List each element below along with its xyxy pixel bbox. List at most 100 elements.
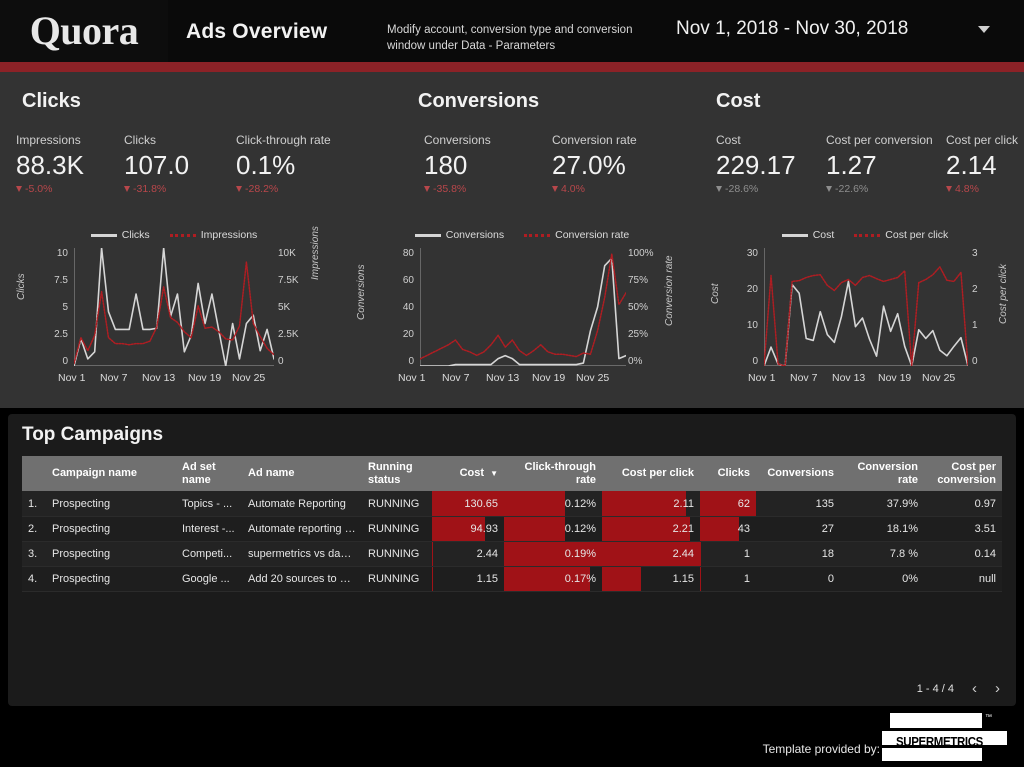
metric-label: Cost per conversion xyxy=(826,133,933,147)
cell-clicks: 1 xyxy=(700,541,756,567)
metric-delta: 4.0% xyxy=(552,183,637,195)
metric-delta-value: 4.8% xyxy=(955,182,979,195)
y2-tick: 10K xyxy=(278,248,296,259)
metric-delta-value: -28.2% xyxy=(245,182,279,195)
chevron-right-icon[interactable]: › xyxy=(995,681,1000,696)
cell-campaign: Prospecting xyxy=(46,541,176,567)
header-note: Modify account, conversion type and conv… xyxy=(387,24,633,52)
metric-delta: -28.2% xyxy=(236,183,331,195)
cell-cpc: 1.15 xyxy=(602,566,700,592)
y-tick: 20 xyxy=(746,284,758,295)
accent-bar xyxy=(0,62,1024,72)
quora-logo: Quora xyxy=(0,0,168,62)
table-row[interactable]: 4. Prospecting Google ... Add 20 sources to… xyxy=(22,566,1002,592)
th-ad-name[interactable]: Ad name xyxy=(242,456,362,492)
chart-cost: Cost Cost per click Cost Cost per click … xyxy=(706,228,1024,386)
cell-conversion-rate: 37.9% xyxy=(840,491,924,517)
th-running-status[interactable]: Running status xyxy=(362,456,432,492)
y-tick: 7.5 xyxy=(54,275,68,286)
legend-item: Cost per click xyxy=(854,229,948,241)
cell-campaign: Prospecting xyxy=(46,491,176,517)
x-tick: Nov 19 xyxy=(878,372,912,384)
metric-label: Clicks xyxy=(124,133,156,147)
cell-cost-per-conversion: 0.14 xyxy=(924,541,1002,567)
y-tick: 30 xyxy=(746,248,758,259)
th-conversions[interactable]: Conversions xyxy=(756,456,840,492)
x-tick: Nov 19 xyxy=(532,372,566,384)
metric-value: 88.3K xyxy=(16,150,84,181)
metric-label: Click-through rate xyxy=(236,133,331,147)
overview-panel: Clicks Conversions Cost Impressions 88.3… xyxy=(0,72,1024,408)
y2-tick: 75% xyxy=(628,275,649,286)
table-pagination: 1 - 4 / 4 ‹ › xyxy=(917,681,1000,696)
arrow-down-icon xyxy=(552,185,558,192)
row-index: 2. xyxy=(22,516,46,542)
x-tick: Nov 7 xyxy=(790,372,818,384)
chevron-left-icon[interactable]: ‹ xyxy=(972,681,977,696)
cell-ad: Automate Reporting xyxy=(242,491,362,517)
table-row[interactable]: 3. Prospecting Competi... supermetrics vs d… xyxy=(22,541,1002,567)
th-cost[interactable]: Cost ▼ xyxy=(432,456,504,492)
y2-tick: 7.5K xyxy=(278,275,299,286)
table-row[interactable]: 2. Prospecting Interest -... Automate repor… xyxy=(22,516,1002,542)
cell-ad: supermetrics vs dash... xyxy=(242,541,362,567)
metric-delta: -28.6% xyxy=(716,183,796,195)
x-tick: Nov 13 xyxy=(142,372,176,384)
chart-conversions: Conversions Conversion rate Conversions … xyxy=(352,228,692,386)
legend-swatch-clicks xyxy=(90,233,117,237)
chart-plot xyxy=(764,248,968,366)
th-cost-label: Cost xyxy=(459,467,485,480)
cell-campaign: Prospecting xyxy=(46,566,176,592)
metric-delta-value: -31.8% xyxy=(133,182,167,195)
chart-legend: Cost Cost per click xyxy=(706,228,1024,242)
page-footer: Template provided by: xyxy=(0,706,1024,767)
cell-adset: Topics - ... xyxy=(176,491,242,517)
table-row[interactable]: 1. Prospecting Topics - ... Automate Report… xyxy=(22,491,1002,517)
x-tick: Nov 25 xyxy=(232,372,266,384)
x-tick: Nov 1 xyxy=(58,372,86,384)
metric-delta: 4.8% xyxy=(946,183,1018,195)
chart-legend: Conversions Conversion rate xyxy=(352,228,692,242)
cell-cost: 130.65 xyxy=(432,491,504,517)
cell-ctr: 0.12% xyxy=(504,491,602,517)
y-tick: 10 xyxy=(746,320,758,331)
legend-label: Conversions xyxy=(445,229,505,241)
cell-clicks: 62 xyxy=(700,491,756,517)
th-cost-per-click[interactable]: Cost per click xyxy=(602,456,700,492)
y2-axis-label: Cost per click xyxy=(998,263,1009,324)
metric-label: Conversions xyxy=(424,133,491,147)
chevron-down-icon[interactable] xyxy=(978,26,990,33)
row-index: 3. xyxy=(22,541,46,567)
metric-conversions: Conversions 180 -35.8% xyxy=(424,133,491,195)
y2-axis-label: Impressions xyxy=(310,226,321,280)
th-conversion-rate[interactable]: Conversion rate xyxy=(840,456,924,492)
supermetrics-logo: SUPERMETRICS ™ xyxy=(882,711,1012,761)
y-tick: 80 xyxy=(402,248,414,259)
section-title-conversions: Conversions xyxy=(418,90,540,112)
legend-swatch-conversions xyxy=(414,233,441,237)
legend-item: Impressions xyxy=(169,229,257,241)
row-index: 4. xyxy=(22,566,46,592)
metric-conversion-rate: Conversion rate 27.0% 4.0% xyxy=(552,133,637,195)
y-tick: 2.5 xyxy=(54,329,68,340)
metric-label: Conversion rate xyxy=(552,133,637,147)
page-title: Ads Overview xyxy=(186,20,328,43)
chart-plot xyxy=(420,248,626,366)
top-campaigns-card: Top Campaigns Campaign name Ad set name … xyxy=(8,414,1016,706)
cell-clicks: 43 xyxy=(700,516,756,542)
x-tick: Nov 25 xyxy=(922,372,956,384)
th-index xyxy=(22,456,46,492)
cell-cost: 94.93 xyxy=(432,516,504,542)
arrow-down-icon xyxy=(16,185,22,192)
th-cost-per-conversion[interactable]: Cost per conversion xyxy=(924,456,1002,492)
metric-delta-value: -22.6% xyxy=(835,182,869,195)
logo-bar-top xyxy=(890,713,982,728)
th-ad-set-name[interactable]: Ad set name xyxy=(176,456,242,492)
cell-adset: Google ... xyxy=(176,566,242,592)
th-click-through-rate[interactable]: Click-through rate xyxy=(504,456,602,492)
th-campaign-name[interactable]: Campaign name xyxy=(46,456,176,492)
th-clicks[interactable]: Clicks xyxy=(700,456,756,492)
section-title-cost: Cost xyxy=(716,90,761,112)
date-range-label[interactable]: Nov 1, 2018 - Nov 30, 2018 xyxy=(676,18,908,40)
y2-tick: 5K xyxy=(278,302,291,313)
